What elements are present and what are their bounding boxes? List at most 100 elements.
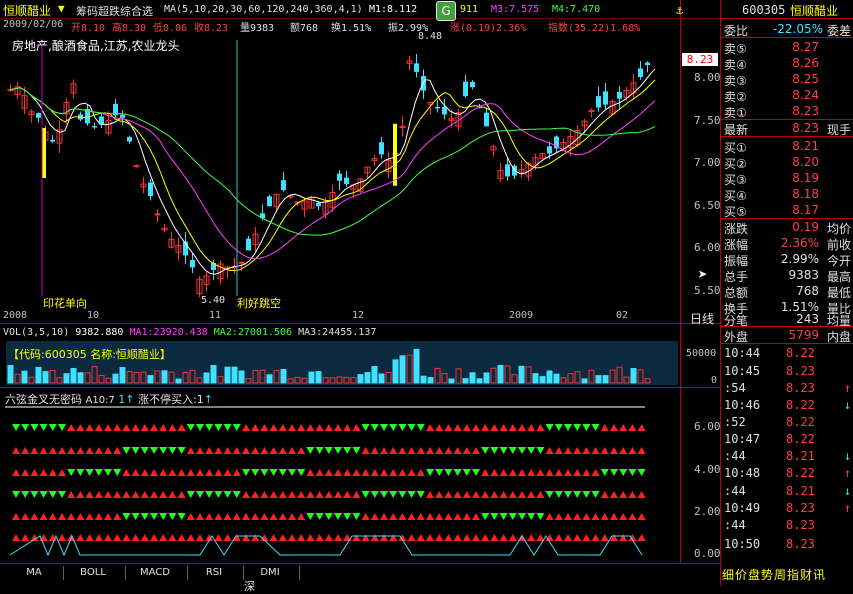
signal-down-triangle	[85, 469, 94, 476]
signal-down-triangle	[481, 513, 490, 520]
indicator-name[interactable]: 筹码超跌综合选	[76, 3, 153, 19]
price-axis-divider	[680, 0, 681, 565]
signal-down-triangle	[177, 513, 186, 520]
volume-legend: VOL(3,5,10) 9382.880 MA1:23920.438 MA2:2…	[3, 327, 376, 338]
stat-row: 涨幅 2.36% 前收	[722, 236, 853, 252]
signal-up-triangle	[315, 424, 324, 431]
signal-up-triangle	[104, 513, 112, 520]
ma-line	[9, 68, 656, 275]
buy-row-2[interactable]: 买② 8.20	[722, 155, 853, 171]
signal-up-triangle	[205, 447, 214, 454]
signal-up-triangle	[131, 491, 140, 498]
tab-rsi[interactable]: RSI	[186, 565, 242, 581]
g-refresh-icon[interactable]: G	[436, 1, 456, 21]
highlight-candle	[42, 128, 46, 178]
buy-row-1[interactable]: 买① 8.21	[722, 139, 853, 155]
signal-up-triangle	[481, 424, 490, 431]
signal-down-triangle	[518, 447, 526, 454]
signal-up-triangle	[444, 534, 453, 541]
candle-body	[617, 92, 622, 99]
signal-up-triangle	[600, 424, 609, 431]
signal-up-triangle	[21, 513, 30, 520]
volume-bar	[231, 366, 238, 384]
moving-average-lines	[9, 68, 656, 275]
signal-up-triangle	[334, 534, 342, 541]
signal-down-triangle	[122, 513, 131, 520]
signal-down-triangle	[58, 491, 66, 498]
stat-label: 总手	[724, 270, 749, 284]
signal-up-triangle	[177, 534, 186, 541]
signal-down-triangle	[361, 491, 370, 498]
signal-up-triangle	[610, 491, 618, 498]
sell-row-5[interactable]: 卖⑤ 8.27	[722, 40, 853, 56]
signal-up-triangle	[637, 424, 646, 431]
signal-up-triangle	[352, 491, 361, 498]
buy-row-5[interactable]: 买⑤ 8.17	[722, 203, 853, 219]
signal-down-triangle	[352, 513, 361, 520]
signal-up-triangle	[481, 491, 490, 498]
volume-bar	[483, 372, 490, 384]
signal-up-triangle	[278, 424, 287, 431]
stock-name-title[interactable]: 恒顺醋业	[3, 2, 51, 19]
anchor-icon[interactable]: ⚓	[676, 3, 683, 17]
signal-down-triangle	[232, 491, 241, 498]
signal-tick: 6.00	[694, 420, 721, 433]
sell-row-2[interactable]: 卖② 8.24	[722, 88, 853, 104]
signal-up-triangle	[94, 513, 103, 520]
buy-price: 8.20	[792, 155, 819, 169]
volume-bar	[21, 370, 28, 384]
rp-bottom-tabs[interactable]: 细价盘势周指财讯	[722, 566, 826, 583]
latest-row: 最新 8.23 现手	[722, 121, 853, 137]
tick-price: 8.22	[786, 346, 815, 360]
signal-down-triangle	[508, 447, 517, 454]
high-price-label: 8.48	[418, 31, 443, 42]
signal-up-triangle	[435, 447, 444, 454]
volume-info-box: 【代码:600305 名称:恒顺醋业】	[8, 348, 171, 361]
period-selector[interactable]: 日线	[690, 310, 714, 327]
signal-up-triangle	[186, 469, 195, 476]
tab-macd[interactable]: MACD	[124, 565, 186, 581]
volume-bar	[308, 371, 315, 384]
signal-up-triangle	[324, 534, 333, 541]
sell-row-1[interactable]: 卖① 8.23	[722, 104, 853, 120]
tick-price: 8.22	[786, 415, 815, 429]
buy-row-3[interactable]: 买③ 8.19	[722, 171, 853, 187]
candle-body	[588, 110, 595, 113]
price-tick: 6.50	[694, 199, 721, 212]
buy-price: 8.17	[792, 203, 819, 217]
signal-up-triangle	[324, 424, 333, 431]
stat-right-label: 最低	[826, 286, 851, 300]
candle-body	[127, 137, 132, 142]
signal-up-triangle	[444, 513, 453, 520]
signal-up-triangle	[472, 513, 480, 520]
signal-down-triangle	[288, 469, 296, 476]
ma-m3-value: M3:7.575	[491, 4, 540, 15]
signal-up-triangle	[288, 513, 296, 520]
signal-up-triangle	[334, 469, 342, 476]
tick-scroll-up-icon[interactable]	[834, 352, 846, 366]
signal-down-triangle	[205, 491, 214, 498]
sell-price: 8.23	[792, 104, 819, 118]
signal-down-triangle	[113, 469, 122, 476]
signal-down-triangle	[150, 447, 158, 454]
sell-row-4[interactable]: 卖④ 8.26	[722, 56, 853, 72]
signal-up-triangle	[168, 534, 177, 541]
tab-ma[interactable]: MA	[0, 565, 68, 581]
volume-tick: 0	[711, 375, 718, 386]
sell-row-3[interactable]: 卖③ 8.25	[722, 72, 853, 88]
signal-up-triangle	[508, 534, 517, 541]
signal-up-triangle	[76, 534, 85, 541]
tick-arrow: ↑	[844, 381, 852, 395]
volume-bar	[357, 374, 364, 384]
buy-row-4[interactable]: 买④ 8.18	[722, 187, 853, 203]
signal-up-triangle	[619, 491, 628, 498]
signal-legend-a10: A10:7	[85, 395, 115, 406]
stat-right-label: 最高	[826, 270, 851, 284]
tick-time: 10:47	[724, 432, 761, 446]
buy-price: 8.19	[792, 171, 819, 185]
tab-boll[interactable]: BOLL	[62, 565, 124, 581]
signal-up-triangle	[444, 491, 453, 498]
signal-down-triangle	[159, 447, 168, 454]
tick-arrow: ↑	[844, 466, 852, 480]
signal-up-triangle	[122, 469, 131, 476]
